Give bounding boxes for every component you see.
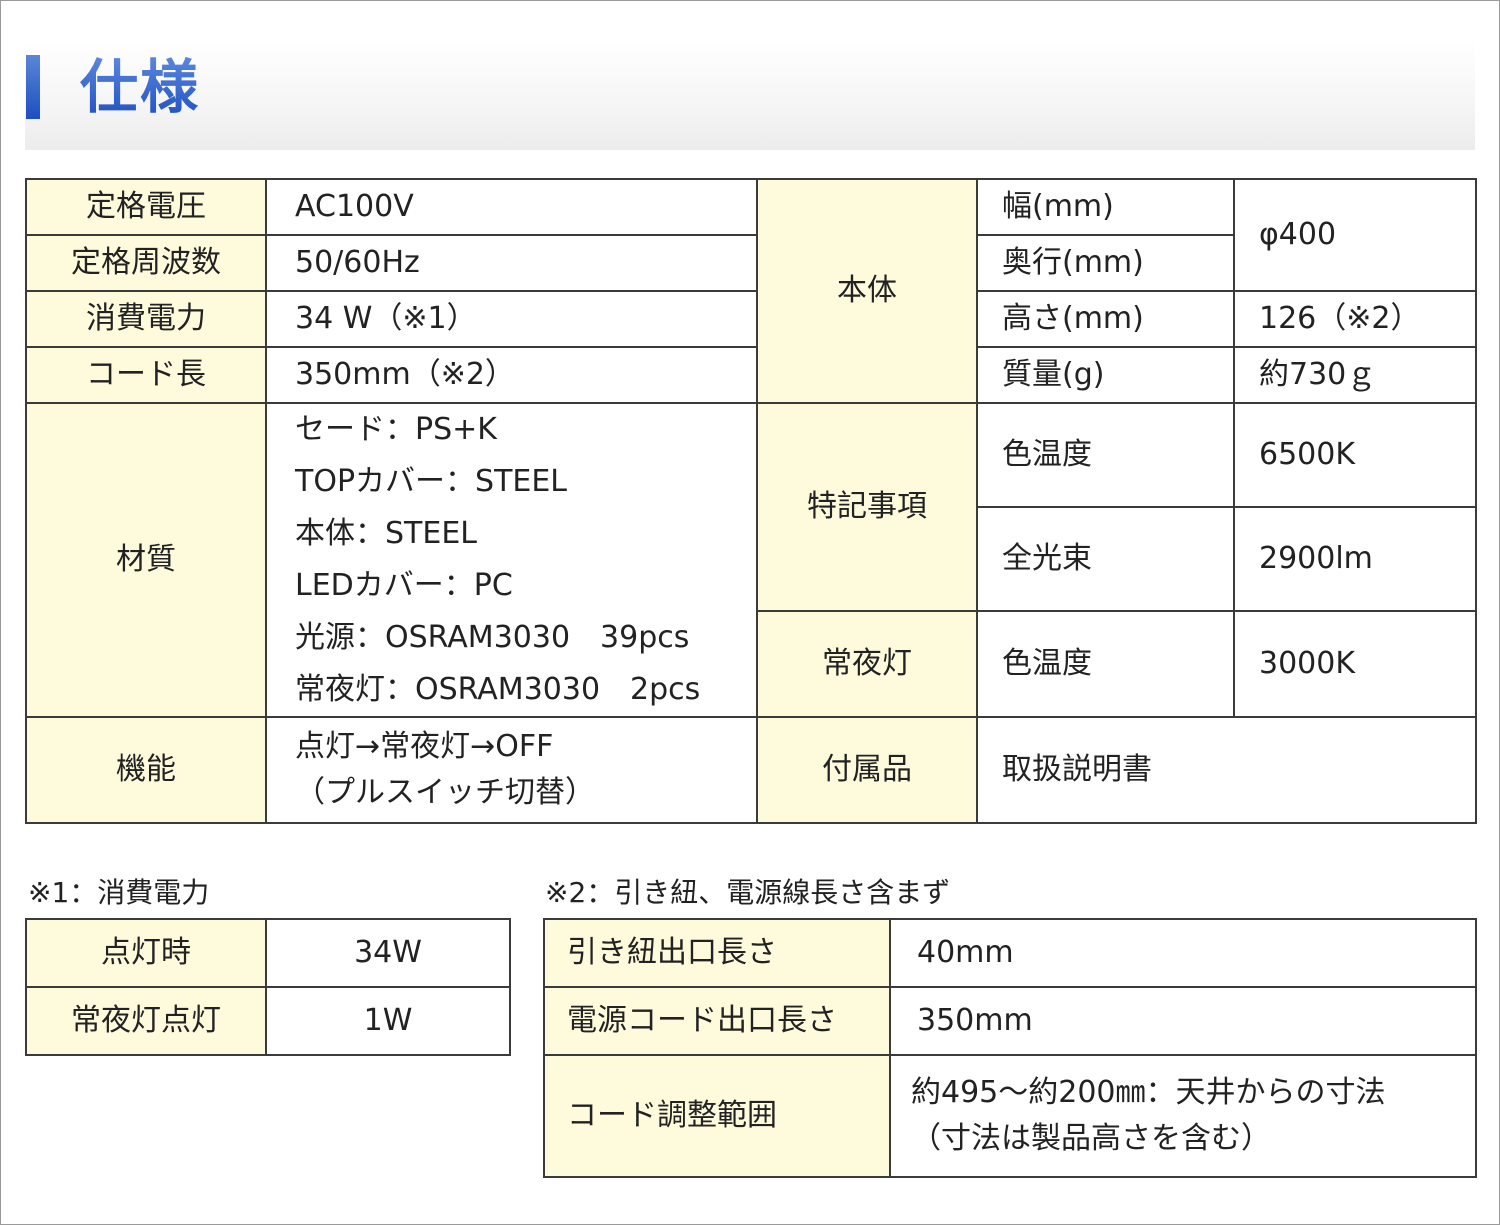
cord-length-table: 引き紐出口長さ 40mm 電源コード出口長さ 350mm コード調整範囲 約49…	[543, 918, 1477, 1178]
material-line: 常夜灯：OSRAM3030 2pcs	[295, 672, 701, 707]
luminous-flux-value: 2900lm	[1233, 506, 1477, 612]
cord-row: 引き紐出口長さ 40mm	[543, 918, 1477, 988]
material-line: 光源：OSRAM3030 39pcs	[295, 620, 690, 655]
power-cord-exit-value: 350mm	[889, 986, 1477, 1056]
material-label: 材質	[25, 402, 267, 718]
spec-row: 消費電力 34 W（※1） 高さ(mm) 126（※2）	[25, 290, 1477, 348]
diameter-value: φ400	[1233, 178, 1477, 292]
lit-value: 34W	[265, 918, 511, 988]
power-row: 常夜灯点灯 1W	[25, 986, 511, 1056]
mass-label: 質量(g)	[976, 346, 1235, 404]
cord-length-label: コード長	[25, 346, 267, 404]
note1-title: ※1：消費電力	[28, 876, 210, 909]
cord-row: コード調整範囲 約495～約200㎜：天井からの寸法 （寸法は製品高さを含む）	[543, 1054, 1477, 1178]
power-cord-exit-label: 電源コード出口長さ	[543, 986, 891, 1056]
header-accent-bar	[26, 55, 40, 119]
power-row: 点灯時 34W	[25, 918, 511, 988]
rated-voltage-value: AC100V	[265, 178, 758, 236]
pull-cord-exit-label: 引き紐出口長さ	[543, 918, 891, 988]
material-line: TOPカバー：STEEL	[295, 464, 568, 499]
power-consumption-label: 消費電力	[25, 290, 267, 348]
lit-label: 点灯時	[25, 918, 267, 988]
rated-frequency-value: 50/60Hz	[265, 234, 758, 292]
night-light-color-temp-value: 3000K	[1233, 610, 1477, 718]
cord-adjust-line: 約495～約200㎜：天井からの寸法	[911, 1075, 1386, 1110]
rated-frequency-label: 定格周波数	[25, 234, 267, 292]
width-label: 幅(mm)	[976, 178, 1235, 236]
body-label: 本体	[756, 178, 978, 404]
note2-title: ※2：引き紐、電源線長さ含まず	[545, 876, 951, 909]
cord-row: 電源コード出口長さ 350mm	[543, 986, 1477, 1056]
material-line: LEDカバー：PC	[295, 568, 513, 603]
special-notes-label: 特記事項	[756, 402, 978, 612]
cord-adjust-range-label: コード調整範囲	[543, 1054, 891, 1178]
spec-table: 定格電圧 AC100V 本体 幅(mm) φ400 定格周波数 50/60Hz …	[25, 178, 1477, 824]
page-title: 仕様	[80, 53, 201, 121]
power-consumption-table: 点灯時 34W 常夜灯点灯 1W	[25, 918, 511, 1056]
accessories-value: 取扱説明書	[976, 716, 1477, 824]
cord-adjust-line: （寸法は製品高さを含む）	[911, 1121, 1271, 1156]
material-line: 本体：STEEL	[295, 516, 477, 551]
material-value: セード：PS+K TOPカバー：STEEL 本体：STEEL LEDカバー：PC…	[265, 402, 758, 718]
rated-voltage-label: 定格電圧	[25, 178, 267, 236]
pull-cord-exit-value: 40mm	[889, 918, 1477, 988]
night-light-color-temp-label: 色温度	[976, 610, 1235, 718]
night-light-lit-label: 常夜灯点灯	[25, 986, 267, 1056]
spec-row: 材質 セード：PS+K TOPカバー：STEEL 本体：STEEL LEDカバー…	[25, 402, 1477, 718]
cord-adjust-range-value: 約495～約200㎜：天井からの寸法 （寸法は製品高さを含む）	[889, 1054, 1477, 1178]
luminous-flux-label: 全光束	[976, 506, 1235, 612]
material-line: セード：PS+K	[295, 412, 497, 447]
function-value: 点灯→常夜灯→OFF （プルスイッチ切替）	[265, 716, 758, 824]
section-header	[25, 40, 1475, 150]
function-line: （プルスイッチ切替）	[295, 775, 595, 810]
height-value: 126（※2）	[1233, 290, 1477, 348]
height-label: 高さ(mm)	[976, 290, 1235, 348]
power-consumption-value: 34 W（※1）	[265, 290, 758, 348]
mass-value: 約730ｇ	[1233, 346, 1477, 404]
color-temp-value: 6500K	[1233, 402, 1477, 508]
spec-row: コード長 350mm（※2） 質量(g) 約730ｇ	[25, 346, 1477, 404]
spec-row: 機能 点灯→常夜灯→OFF （プルスイッチ切替） 付属品 取扱説明書	[25, 716, 1477, 824]
color-temp-label: 色温度	[976, 402, 1235, 508]
night-light-lit-value: 1W	[265, 986, 511, 1056]
cord-length-value: 350mm（※2）	[265, 346, 758, 404]
night-light-label: 常夜灯	[756, 610, 978, 718]
accessories-label: 付属品	[756, 716, 978, 824]
depth-label: 奥行(mm)	[976, 234, 1235, 292]
spec-row: 定格電圧 AC100V 本体 幅(mm) φ400	[25, 178, 1477, 404]
function-line: 点灯→常夜灯→OFF	[295, 729, 554, 764]
function-label: 機能	[25, 716, 267, 824]
